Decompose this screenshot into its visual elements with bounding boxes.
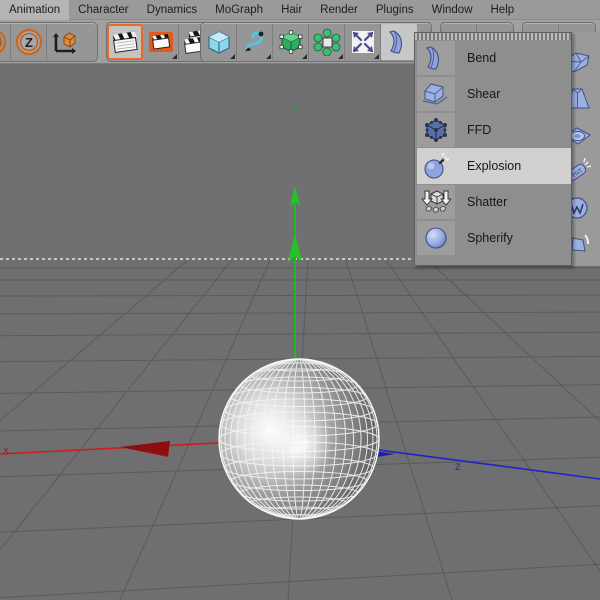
toolbar-group-undo-axis: Z xyxy=(0,22,98,62)
menu-item-animation[interactable]: Animation xyxy=(0,0,70,20)
ffd-deformer-icon xyxy=(417,113,455,147)
menu-item-bend[interactable]: Bend xyxy=(417,40,571,76)
menu-item-spherify[interactable]: Spherify xyxy=(417,220,571,256)
menu-item-hair[interactable]: Hair xyxy=(272,0,311,20)
menu-item-ffd[interactable]: FFD xyxy=(417,112,571,148)
z-axis-lock-icon[interactable]: Z xyxy=(11,24,47,60)
menu-item-character[interactable]: Character xyxy=(69,0,138,20)
shatter-deformer-icon xyxy=(417,185,455,219)
menu-item-plugins[interactable]: Plugins xyxy=(367,0,423,20)
menu-item-help[interactable]: Help xyxy=(482,0,524,20)
flyout-corner-icon xyxy=(172,54,177,59)
flyout-corner-icon xyxy=(230,54,235,59)
flyout-corner-icon xyxy=(266,54,271,59)
menu-item-mograph[interactable]: MoGraph xyxy=(206,0,272,20)
nurbs-cube-icon[interactable] xyxy=(273,24,309,60)
menu-item-label: FFD xyxy=(467,123,492,137)
menu-item-label: Explosion xyxy=(467,159,522,173)
flyout-corner-icon xyxy=(338,54,343,59)
explosion-deformer-icon xyxy=(417,149,455,183)
menu-item-label: Shatter xyxy=(467,195,508,209)
menu-item-label: Bend xyxy=(467,51,497,65)
menu-item-label: Shear xyxy=(467,87,501,101)
bend-deformer-icon xyxy=(417,41,455,75)
axis-label-x: X xyxy=(3,446,10,456)
shear-deformer-icon xyxy=(417,77,455,111)
spline-pen-icon[interactable] xyxy=(237,24,273,60)
menu-item-render[interactable]: Render xyxy=(311,0,367,20)
axis-label-z: Z xyxy=(455,462,461,472)
axis-label-y: Y xyxy=(290,104,298,116)
spherify-deformer-icon xyxy=(417,221,455,255)
flyout-corner-icon xyxy=(374,54,379,59)
origin-handle[interactable] xyxy=(283,427,309,453)
menu-item-window[interactable]: Window xyxy=(423,0,482,20)
scatter-deform-icon[interactable] xyxy=(345,24,381,60)
menu-item-shatter[interactable]: Shatter xyxy=(417,184,571,220)
cinema4d-window: Animation Character Dynamics MoGraph Hai… xyxy=(0,0,600,600)
flyout-item-list: Bend Shear FFD Explosion Shatter Spherif… xyxy=(415,40,571,267)
menu-item-dynamics[interactable]: Dynamics xyxy=(138,0,206,20)
undo-circle-icon[interactable] xyxy=(0,24,11,60)
flyout-drag-grip[interactable] xyxy=(415,33,571,40)
render-view-icon[interactable] xyxy=(107,24,143,60)
deformer-flyout-menu[interactable]: Bend Shear FFD Explosion Shatter Spherif… xyxy=(414,32,572,266)
menu-item-shear[interactable]: Shear xyxy=(417,76,571,112)
menu-bar: Animation Character Dynamics MoGraph Hai… xyxy=(0,0,600,20)
bend-deformer-icon[interactable] xyxy=(381,24,417,60)
render-region-icon[interactable] xyxy=(143,24,179,60)
toolbar-group-primitives xyxy=(200,22,432,62)
cube-primitive-icon[interactable] xyxy=(201,24,237,60)
flyout-corner-icon xyxy=(302,54,307,59)
array-object-icon[interactable] xyxy=(309,24,345,60)
object-axis-icon[interactable] xyxy=(47,24,83,60)
svg-text:Z: Z xyxy=(25,35,33,50)
menu-item-label: Spherify xyxy=(467,231,513,245)
menu-item-explosion[interactable]: Explosion xyxy=(417,148,571,184)
